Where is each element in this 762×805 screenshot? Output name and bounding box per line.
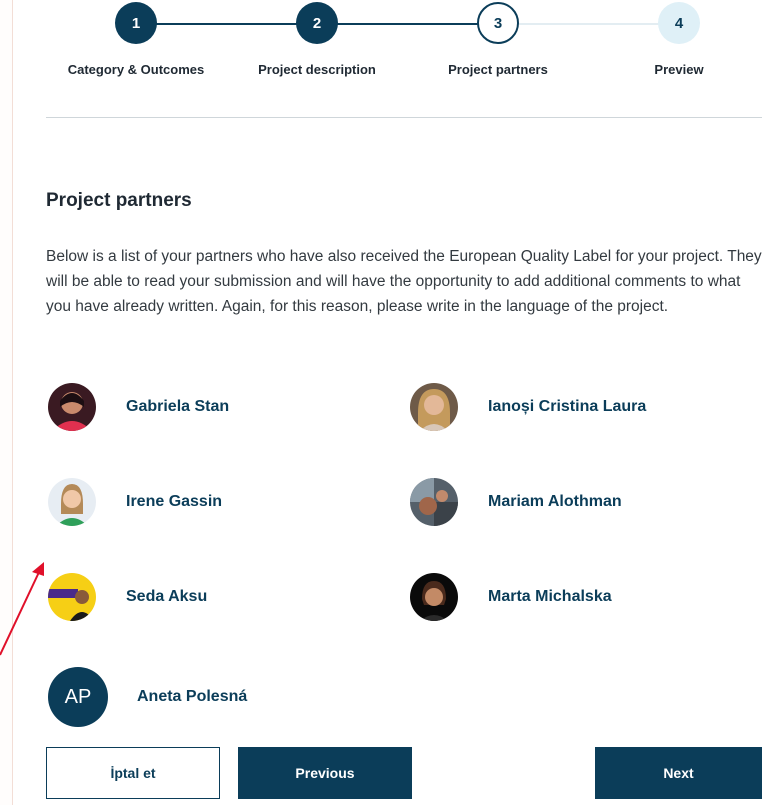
partner-item: AP Aneta Polesná <box>48 667 247 727</box>
cancel-button[interactable]: İptal et <box>46 747 220 799</box>
step-4[interactable]: 4 Preview <box>569 2 762 77</box>
step-3-number: 3 <box>477 2 519 44</box>
avatar <box>410 383 458 431</box>
partner-item: Ianoși Cristina Laura <box>410 383 646 431</box>
partner-name[interactable]: Mariam Alothman <box>488 493 622 511</box>
step-4-number: 4 <box>658 2 700 44</box>
previous-button[interactable]: Previous <box>238 747 412 799</box>
partner-item: Irene Gassin <box>48 478 222 526</box>
next-button[interactable]: Next <box>595 747 762 799</box>
avatar <box>410 573 458 621</box>
step-1-number: 1 <box>115 2 157 44</box>
partner-item: Marta Michalska <box>410 573 612 621</box>
partner-name[interactable]: Marta Michalska <box>488 588 612 606</box>
avatar-initials: AP <box>48 667 108 727</box>
progress-stepper: 1 Category & Outcomes 2 Project descript… <box>0 0 762 110</box>
annotation-arrow <box>0 562 44 656</box>
section-divider <box>46 117 762 118</box>
partner-name[interactable]: Gabriela Stan <box>126 398 229 416</box>
avatar <box>48 478 96 526</box>
avatar <box>48 383 96 431</box>
partner-name[interactable]: Seda Aksu <box>126 588 207 606</box>
step-4-label: Preview <box>654 62 704 77</box>
partner-item: Gabriela Stan <box>48 383 229 431</box>
partners-description: Below is a list of your partners who hav… <box>46 248 762 315</box>
partner-name[interactable]: Aneta Polesná <box>137 688 247 706</box>
partner-name[interactable]: Irene Gassin <box>126 493 222 511</box>
partner-item: Seda Aksu <box>48 573 207 621</box>
partner-item: Mariam Alothman <box>410 478 622 526</box>
step-2-number: 2 <box>296 2 338 44</box>
avatar <box>410 478 458 526</box>
partner-name[interactable]: Ianoși Cristina Laura <box>488 398 646 416</box>
left-page-edge <box>0 0 13 805</box>
page-title: Project partners <box>46 190 192 211</box>
